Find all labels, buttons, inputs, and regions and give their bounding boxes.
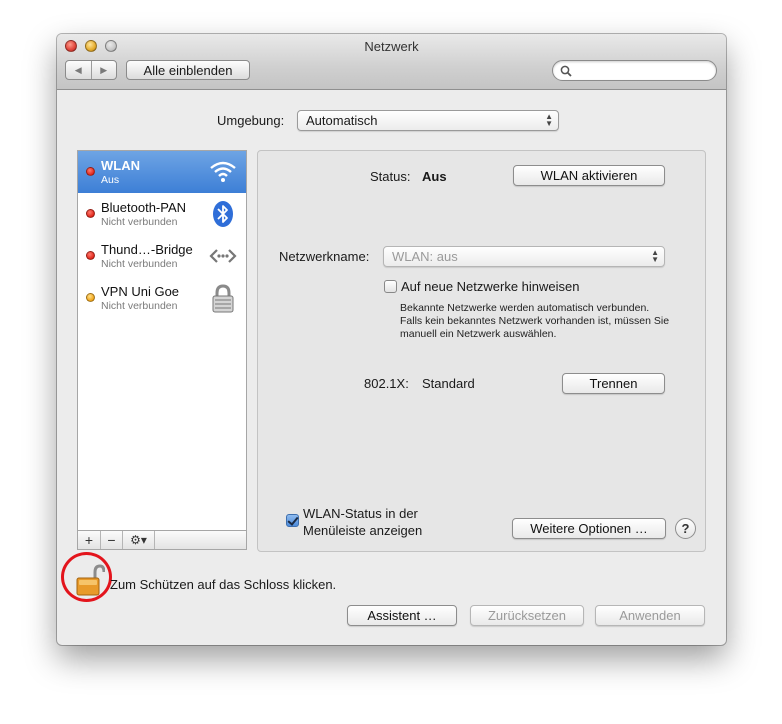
service-list-toolbar: + − ⚙▾ xyxy=(77,530,247,550)
add-service-button[interactable]: + xyxy=(78,531,101,549)
lock-highlight-circle xyxy=(61,552,112,602)
window-title: Netzwerk xyxy=(364,39,419,54)
status-value: Aus xyxy=(422,169,447,184)
remove-service-button[interactable]: − xyxy=(101,531,123,549)
service-item-wlan[interactable]: WLAN Aus xyxy=(78,151,246,193)
service-name: Bluetooth-PAN xyxy=(101,200,187,215)
forward-arrow-icon[interactable]: ▶ xyxy=(92,61,117,79)
service-name: WLAN xyxy=(101,158,140,173)
location-value: Automatisch xyxy=(306,113,378,128)
location-label: Umgebung: xyxy=(217,113,285,128)
service-state: Nicht verbunden xyxy=(101,216,178,228)
search-field[interactable] xyxy=(552,60,717,81)
dot1x-value: Standard xyxy=(422,376,475,391)
dot1x-label: 802.1X: xyxy=(364,376,409,391)
service-state: Aus xyxy=(101,174,120,186)
ask-join-checkbox[interactable] xyxy=(384,280,397,293)
thunderbolt-bridge-icon xyxy=(209,249,237,263)
status-label: Status: xyxy=(370,169,411,184)
service-state: Nicht verbunden xyxy=(101,258,178,270)
back-arrow-icon[interactable]: ◀ xyxy=(66,61,92,79)
service-item-vpn-uni-goe[interactable]: VPN Uni Goe Nicht verbunden xyxy=(78,277,246,319)
apply-button[interactable]: Anwenden xyxy=(595,605,705,626)
disconnect-button[interactable]: Trennen xyxy=(562,373,665,394)
ask-join-help-line: Falls kein bekanntes Netzwerk vorhanden … xyxy=(400,315,670,327)
enable-wifi-button[interactable]: WLAN aktivieren xyxy=(513,165,665,186)
show-wifi-status-label-line1: WLAN-Status in der xyxy=(303,506,418,521)
service-item-thunderbolt-bridge[interactable]: Thund…-Bridge Nicht verbunden xyxy=(78,235,246,277)
ask-join-help-line: Bekannte Netzwerke werden automatisch ve… xyxy=(400,302,650,314)
bluetooth-icon xyxy=(213,201,233,227)
ask-join-label: Auf neue Netzwerke hinweisen xyxy=(401,279,580,294)
status-dot-icon xyxy=(86,167,95,176)
service-list: WLAN Aus Bluetooth-PAN Nicht verbunden T… xyxy=(77,150,247,548)
revert-button[interactable]: Zurücksetzen xyxy=(470,605,584,626)
show-wifi-status-checkbox[interactable] xyxy=(286,514,299,527)
assistant-button[interactable]: Assistent … xyxy=(347,605,457,626)
status-dot-icon xyxy=(86,251,95,260)
service-name: VPN Uni Goe xyxy=(101,284,180,299)
gear-icon[interactable]: ⚙▾ xyxy=(123,531,155,549)
service-name: Thund…-Bridge xyxy=(101,242,193,257)
ask-join-help-line: manuell ein Netzwerk auswählen. xyxy=(400,328,557,340)
network-preferences-window: Netzwerk ◀ ▶ Alle einblenden Umgebung: A… xyxy=(57,34,726,645)
vpn-lock-icon xyxy=(212,284,234,313)
network-name-popup[interactable]: WLAN: aus ▲ ▼ xyxy=(383,246,665,267)
status-dot-icon xyxy=(86,293,95,302)
help-button[interactable]: ? xyxy=(675,518,696,539)
lock-hint-text: Zum Schützen auf das Schloss klicken. xyxy=(110,577,337,592)
back-forward-control: ◀ ▶ xyxy=(65,60,117,80)
popup-arrows-icon: ▲ ▼ xyxy=(545,112,553,128)
service-detail-panel: Status: Aus WLAN aktivieren Netzwerkname… xyxy=(257,150,706,552)
show-wifi-status-label-line2: Menüleiste anzeigen xyxy=(303,523,423,538)
title-bar: Netzwerk ◀ ▶ Alle einblenden xyxy=(57,34,726,90)
service-state: Nicht verbunden xyxy=(101,300,178,312)
status-dot-icon xyxy=(86,209,95,218)
service-item-bluetooth-pan[interactable]: Bluetooth-PAN Nicht verbunden xyxy=(78,193,246,235)
wifi-icon xyxy=(210,161,236,182)
network-name-label: Netzwerkname: xyxy=(279,249,370,264)
popup-arrows-icon: ▲ ▼ xyxy=(651,248,659,264)
advanced-options-button[interactable]: Weitere Optionen … xyxy=(512,518,666,539)
location-popup[interactable]: Automatisch ▲ ▼ xyxy=(297,110,559,131)
network-name-value: WLAN: aus xyxy=(392,249,458,264)
show-all-button[interactable]: Alle einblenden xyxy=(126,60,250,80)
search-icon xyxy=(560,65,572,77)
